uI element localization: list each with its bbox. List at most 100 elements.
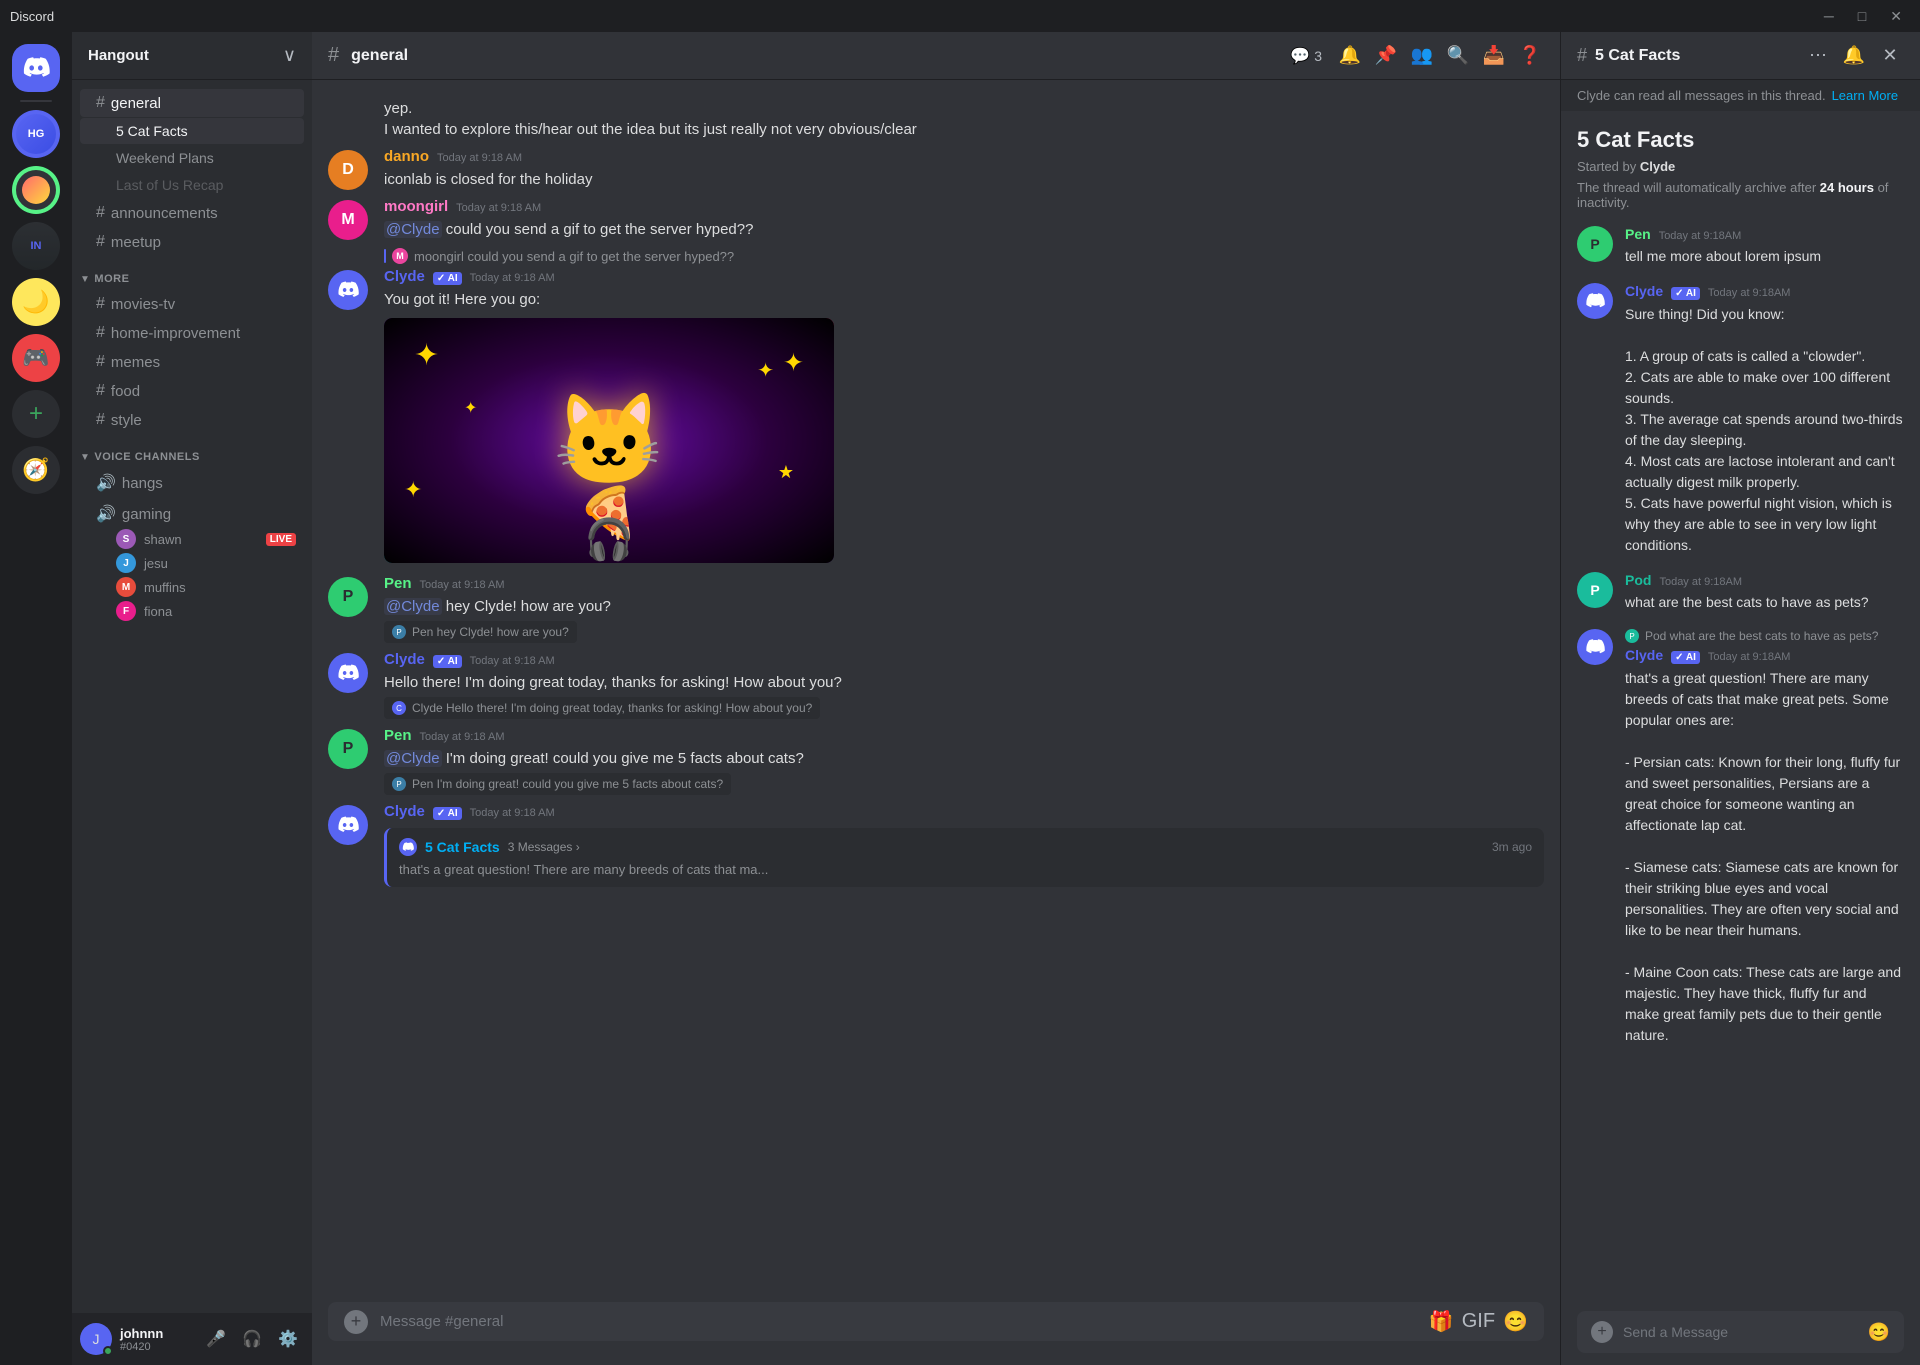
timestamp-pen2: Today at 9:18 AM <box>420 731 505 743</box>
thread-preview-cat-facts[interactable]: 5 Cat Facts 3 Messages › 3m ago that's a… <box>384 828 1544 887</box>
thread-reply-container: P Pod what are the best cats to have as … <box>1625 629 1904 643</box>
channel-item-last-of-us[interactable]: Last of Us Recap <box>80 172 304 198</box>
message-header-moongirl: moongirl Today at 9:18 AM <box>384 198 1544 215</box>
learn-more-link[interactable]: Learn More <box>1832 88 1898 103</box>
voice-user-muffins[interactable]: M muffins <box>96 575 296 599</box>
timestamp-clyde1: Today at 9:18 AM <box>470 272 555 284</box>
server-icon-4[interactable]: 🌙 <box>12 278 60 326</box>
thread-clyde-svg2 <box>1585 639 1605 655</box>
voice-channel-hangs[interactable]: 🔊 hangs <box>80 468 304 498</box>
gift-icon[interactable]: 🎁 <box>1429 1309 1454 1334</box>
thread-message-clyde2: P Pod what are the best cats to have as … <box>1577 629 1904 1046</box>
channel-item-meetup[interactable]: # meetup <box>80 228 304 256</box>
message-content-pen2: Pen Today at 9:18 AM @Clyde I'm doing gr… <box>384 727 1544 795</box>
thread-bell-button[interactable]: 🔔 <box>1840 42 1868 70</box>
ai-badge-clyde1: ✓ AI <box>433 272 462 285</box>
channel-item-weekend[interactable]: Weekend Plans <box>80 145 304 171</box>
server-header[interactable]: Hangout ∨ <box>72 32 312 80</box>
user-info: johnnn #0420 <box>120 1326 192 1353</box>
gif-icon[interactable]: GIF <box>1462 1310 1495 1333</box>
members-icon[interactable]: 👥 <box>1408 42 1436 70</box>
discord-home-button[interactable] <box>12 44 60 92</box>
thread-add-button[interactable]: + <box>1591 1321 1613 1343</box>
channel-item-movies-tv[interactable]: # movies-tv <box>80 290 304 318</box>
add-attachment-button[interactable]: + <box>344 1310 368 1334</box>
threads-icon: 💬 <box>1290 46 1310 66</box>
message-text-danno: iconlab is closed for the holiday <box>384 169 1544 190</box>
maximize-button[interactable]: □ <box>1850 8 1874 25</box>
notification-bell-icon[interactable]: 🔔 <box>1336 42 1364 70</box>
channel-name-last-of-us: Last of Us Recap <box>116 177 223 193</box>
voice-channel-gaming[interactable]: 🔊 gaming S shawn LIVE J jesu M muffins <box>80 499 304 625</box>
channel-item-general[interactable]: # general <box>80 89 304 117</box>
mute-button[interactable]: 🎤 <box>200 1323 232 1355</box>
channel-item-cat-facts[interactable]: 5 Cat Facts <box>80 118 304 144</box>
avatar[interactable]: J <box>80 1323 112 1355</box>
chevron-down-icon: ▼ <box>80 274 90 285</box>
settings-button[interactable]: ⚙️ <box>272 1323 304 1355</box>
message-group-moongirl: M moongirl Today at 9:18 AM @Clyde could… <box>312 196 1560 242</box>
thread-avatar-clyde1 <box>1577 283 1613 319</box>
cat-image: ✦ ✦ ✦ ✦ ✦ ★ 🐱 🍕 🎧 <box>384 318 834 563</box>
clyde-logo-3 <box>337 816 359 834</box>
category-more[interactable]: ▼ MORE <box>72 257 312 289</box>
thread-message-input[interactable] <box>1623 1324 1858 1340</box>
channel-item-memes[interactable]: # memes <box>80 348 304 376</box>
server-icon-3[interactable]: IN <box>12 222 60 270</box>
thread-more-button[interactable]: ⋯ <box>1804 42 1832 70</box>
channel-name-home: home-improvement <box>111 325 240 342</box>
message-input-box: + 🎁 GIF 😊 <box>328 1302 1544 1341</box>
thread-msg-header-clyde1: Clyde ✓ AI Today at 9:18AM <box>1625 283 1904 300</box>
close-button[interactable]: ✕ <box>1882 8 1910 25</box>
help-icon[interactable]: ❓ <box>1516 42 1544 70</box>
thread-close-button[interactable]: ✕ <box>1876 42 1904 70</box>
reply-avatar-moongirl: M <box>392 248 408 264</box>
thread-username-pen: Pen <box>1625 226 1651 242</box>
channel-item-food[interactable]: # food <box>80 377 304 405</box>
minimize-button[interactable]: ─ <box>1816 8 1842 25</box>
message-content-clyde1: Clyde ✓ AI Today at 9:18 AM You got it! … <box>384 268 1544 563</box>
thread-emoji-icon[interactable]: 😊 <box>1868 1322 1890 1343</box>
channel-item-style[interactable]: # style <box>80 406 304 434</box>
add-server-button[interactable]: + <box>12 390 60 438</box>
message-text-prev1: yep. <box>384 98 1544 119</box>
voice-user-name-shawn: shawn <box>144 532 182 547</box>
message-continuation: yep. I wanted to explore this/hear out t… <box>384 98 1544 140</box>
deafen-button[interactable]: 🎧 <box>236 1323 268 1355</box>
thread-msg-text-pod: what are the best cats to have as pets? <box>1625 592 1904 613</box>
reply-icon-pen1: P <box>392 625 406 639</box>
message-group-pen2: P Pen Today at 9:18 AM @Clyde I'm doing … <box>312 725 1560 797</box>
thread-count: 3 <box>1314 48 1322 64</box>
title-bar: Discord ─ □ ✕ <box>0 0 1920 32</box>
voice-user-fiona[interactable]: F fiona <box>96 599 296 623</box>
explore-servers-button[interactable]: 🧭 <box>12 446 60 494</box>
thread-clyde-avatar <box>399 838 417 856</box>
user-status-indicator <box>103 1346 113 1356</box>
voice-user-name-jesu: jesu <box>144 556 168 571</box>
message-header-danno: danno Today at 9:18 AM <box>384 148 1544 165</box>
thread-panel-title: 5 Cat Facts <box>1595 47 1680 65</box>
thread-big-title: 5 Cat Facts <box>1577 127 1904 153</box>
channel-name-style: style <box>111 412 142 429</box>
message-content-danno: danno Today at 9:18 AM iconlab is closed… <box>384 148 1544 190</box>
pin-icon[interactable]: 📌 <box>1372 42 1400 70</box>
server-icon-1[interactable]: HG <box>12 110 60 158</box>
thread-msg-content-clyde2: P Pod what are the best cats to have as … <box>1625 629 1904 1046</box>
avatar-clyde3 <box>328 805 368 845</box>
mention-clyde-pen1[interactable]: @Clyde <box>384 598 442 615</box>
user-panel: J johnnn #0420 🎤 🎧 ⚙️ <box>72 1313 312 1365</box>
channel-item-home-improvement[interactable]: # home-improvement <box>80 319 304 347</box>
server-icon-5[interactable]: 🎮 <box>12 334 60 382</box>
search-icon[interactable]: 🔍 <box>1444 42 1472 70</box>
message-input[interactable] <box>380 1302 1417 1341</box>
channel-item-announcements[interactable]: # announcements <box>80 199 304 227</box>
mention-clyde[interactable]: @Clyde <box>384 221 442 238</box>
voice-user-shawn[interactable]: S shawn LIVE <box>96 527 296 551</box>
mention-clyde-pen2[interactable]: @Clyde <box>384 750 442 767</box>
emoji-icon[interactable]: 😊 <box>1503 1309 1528 1334</box>
category-voice[interactable]: ▼ VOICE CHANNELS <box>72 435 312 467</box>
voice-user-jesu[interactable]: J jesu <box>96 551 296 575</box>
server-icon-2[interactable] <box>12 166 60 214</box>
threads-button[interactable]: 💬 3 <box>1284 42 1328 70</box>
inbox-icon[interactable]: 📥 <box>1480 42 1508 70</box>
